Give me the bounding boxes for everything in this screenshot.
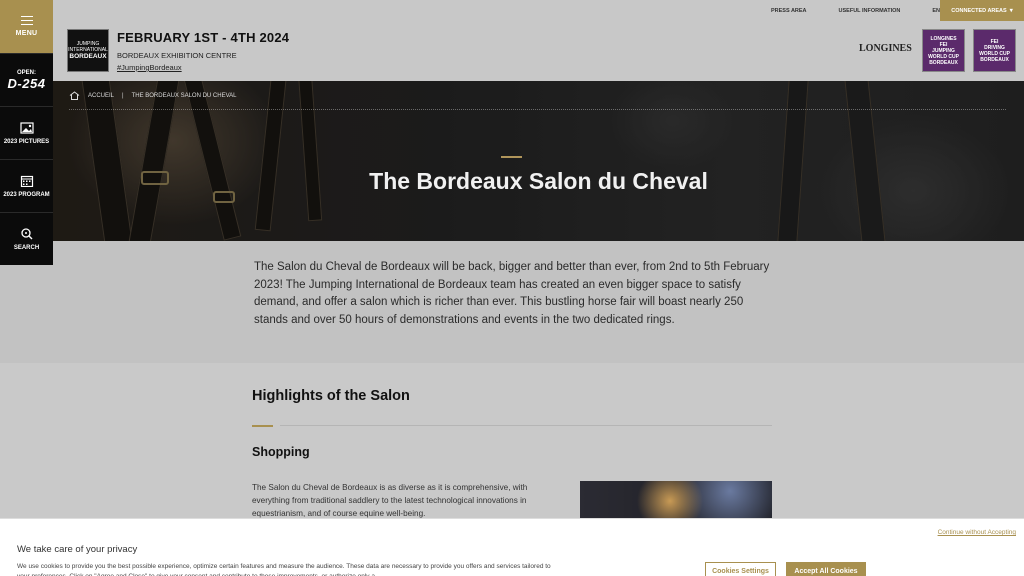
cookies-settings-button[interactable]: Cookies Settings bbox=[705, 562, 776, 576]
nav-useful-information[interactable]: USEFUL INFORMATION bbox=[839, 8, 901, 14]
cookie-banner: Continue without Accepting We take care … bbox=[0, 518, 1024, 576]
breadcrumb-home[interactable]: ACCUEIL bbox=[88, 93, 114, 99]
shopping-text: The Salon du Cheval de Bordeaux is as di… bbox=[252, 483, 528, 518]
pictures-label: 2023 PICTURES bbox=[3, 138, 50, 145]
site-header: JUMPING INTERNATIONAL BORDEAUX FEBRUARY … bbox=[53, 0, 1024, 81]
fei-jumping-world-cup-badge[interactable]: LONGINES FEI JUMPING WORLD CUP BORDEAUX bbox=[922, 29, 965, 72]
badge2-line: BORDEAUX bbox=[980, 56, 1009, 63]
intro-text: The Salon du Cheval de Bordeaux will be … bbox=[254, 261, 770, 326]
pictures-button[interactable]: 2023 PICTURES bbox=[0, 106, 53, 159]
badge1-line: BORDEAUX bbox=[929, 59, 958, 66]
longines-logo[interactable]: LONGINES bbox=[859, 43, 912, 54]
breadcrumb-current: THE BORDEAUX SALON DU CHEVAL bbox=[131, 92, 237, 99]
hero-overlay bbox=[53, 81, 1024, 241]
shopping-title: Shopping bbox=[252, 445, 310, 459]
search-button[interactable]: SEARCH bbox=[0, 212, 53, 265]
event-info: FEBRUARY 1ST - 4TH 2024 BORDEAUX EXHIBIT… bbox=[117, 30, 289, 72]
menu-label: MENU bbox=[15, 30, 38, 37]
cookie-text: We use cookies to provide you the best p… bbox=[17, 563, 551, 576]
breadcrumb: ACCUEIL | THE BORDEAUX SALON DU CHEVAL bbox=[69, 91, 237, 100]
hamburger-icon bbox=[20, 16, 33, 25]
intro-section: The Salon du Cheval de Bordeaux will be … bbox=[0, 241, 1024, 363]
logo-line3: BORDEAUX bbox=[69, 53, 107, 60]
menu-button[interactable]: MENU bbox=[0, 0, 53, 53]
section-accent bbox=[252, 425, 273, 427]
cookie-title: We take care of your privacy bbox=[17, 544, 138, 555]
nav-press-area[interactable]: PRESS AREA bbox=[771, 8, 807, 14]
top-nav: PRESS AREA USEFUL INFORMATION EN bbox=[771, 8, 940, 14]
program-label: 2023 PROGRAM bbox=[3, 191, 50, 198]
calendar-icon bbox=[20, 175, 33, 187]
section-divider bbox=[280, 425, 772, 426]
connected-areas-label: CONNECTED AREAS bbox=[951, 7, 1007, 14]
continue-without-accepting-link[interactable]: Continue without Accepting bbox=[938, 529, 1016, 536]
breadcrumb-separator: | bbox=[122, 92, 124, 99]
home-icon[interactable] bbox=[69, 91, 80, 100]
fei-driving-world-cup-badge[interactable]: FEI DRIVING WORLD CUP BORDEAUX bbox=[973, 29, 1016, 72]
title-accent bbox=[501, 156, 522, 158]
countdown-widget: OPEN: D-254 bbox=[0, 53, 53, 106]
search-icon bbox=[20, 227, 32, 239]
language-switch[interactable]: EN bbox=[932, 8, 940, 14]
accept-all-cookies-button[interactable]: Accept All Cookies bbox=[786, 562, 866, 576]
highlights-title: Highlights of the Salon bbox=[252, 388, 410, 404]
countdown-value: D-254 bbox=[7, 75, 46, 91]
chevron-down-icon: ▾ bbox=[1009, 8, 1013, 14]
event-date: FEBRUARY 1ST - 4TH 2024 bbox=[117, 30, 290, 45]
jumping-bordeaux-logo[interactable]: JUMPING INTERNATIONAL BORDEAUX bbox=[67, 29, 109, 72]
image-icon bbox=[19, 121, 34, 134]
breadcrumb-divider bbox=[69, 109, 1006, 110]
left-sidebar: MENU OPEN: D-254 2023 PICTURES 2023 PROG… bbox=[0, 0, 53, 266]
page-title: The Bordeaux Salon du Cheval bbox=[369, 168, 708, 194]
hero-banner: ACCUEIL | THE BORDEAUX SALON DU CHEVAL T… bbox=[53, 81, 1024, 241]
event-hashtag-link[interactable]: #JumpingBordeaux bbox=[117, 63, 289, 72]
event-venue: BORDEAUX EXHIBITION CENTRE bbox=[117, 51, 237, 60]
program-button[interactable]: 2023 PROGRAM bbox=[0, 159, 53, 212]
connected-areas-button[interactable]: CONNECTED AREAS ▾ bbox=[940, 0, 1024, 21]
search-label: SEARCH bbox=[13, 244, 40, 251]
